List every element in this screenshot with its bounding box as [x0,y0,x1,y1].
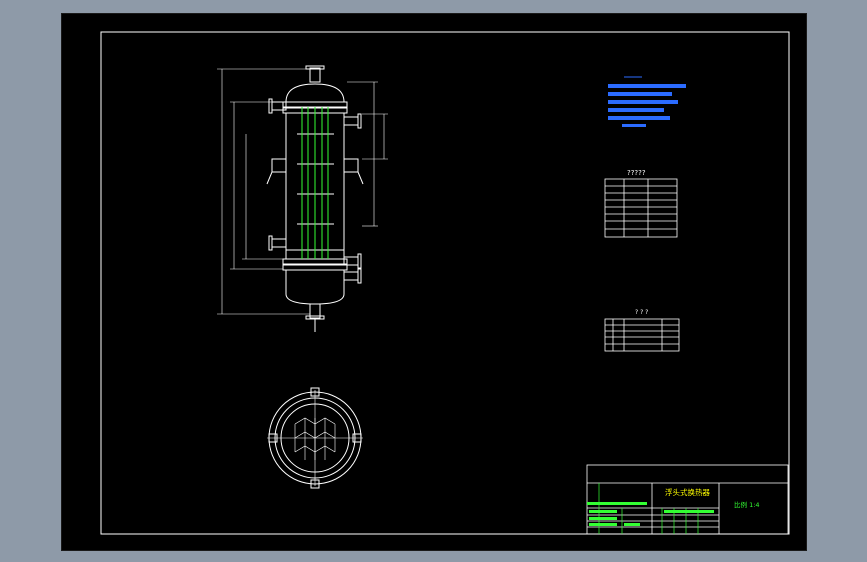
cad-drawing: ????? ? ? ? 浮头式换热器 比例 1:4 [100,31,790,535]
drawing-border [100,31,790,535]
tube-layout [294,417,336,460]
drawing-name: 浮头式换热器 [665,487,710,497]
technical-notes [608,76,686,127]
title-block-fine-text [587,502,714,526]
design-table-title: ????? [627,169,646,177]
drawing-scale: 比例 1:4 [734,500,760,509]
design-data-table [604,178,678,238]
nozzle-table-title: ? ? ? [635,309,648,316]
title-block [586,464,789,535]
cad-viewport[interactable]: ????? ? ? ? 浮头式换热器 比例 1:4 [61,13,807,551]
tube-bundle [301,107,329,259]
nozzle-table [604,318,680,352]
